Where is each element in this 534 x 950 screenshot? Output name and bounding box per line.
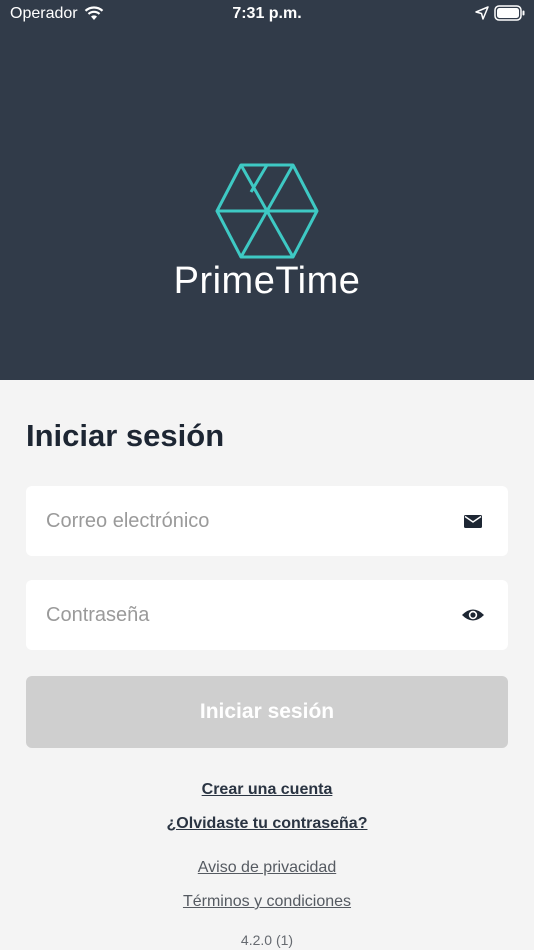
login-button[interactable]: Iniciar sesión [26,676,508,748]
privacy-notice-link[interactable]: Aviso de privacidad [0,859,534,877]
envelope-icon [462,510,484,532]
primetime-logo-icon [215,162,319,260]
create-account-link[interactable]: Crear una cuenta [0,781,534,799]
forgot-password-link[interactable]: ¿Olvidaste tu contraseña? [0,815,534,833]
password-field-container [26,580,508,650]
password-input[interactable] [26,580,446,650]
hero-header: Operador 7:31 p.m. PrimeTime [0,0,534,380]
battery-icon [494,5,526,26]
terms-link[interactable]: Términos y condiciones [0,893,534,911]
email-field-container [26,486,508,556]
app-version: 4.2.0 (1) [240,932,294,948]
email-input[interactable] [26,486,446,556]
eye-icon[interactable] [462,604,484,626]
brand-name: PrimeTime [173,260,361,302]
login-title: Iniciar sesión [26,418,225,453]
clock: 7:31 p.m. [232,5,302,22]
location-arrow-icon [475,6,489,25]
status-bar: Operador 7:31 p.m. [0,0,534,30]
